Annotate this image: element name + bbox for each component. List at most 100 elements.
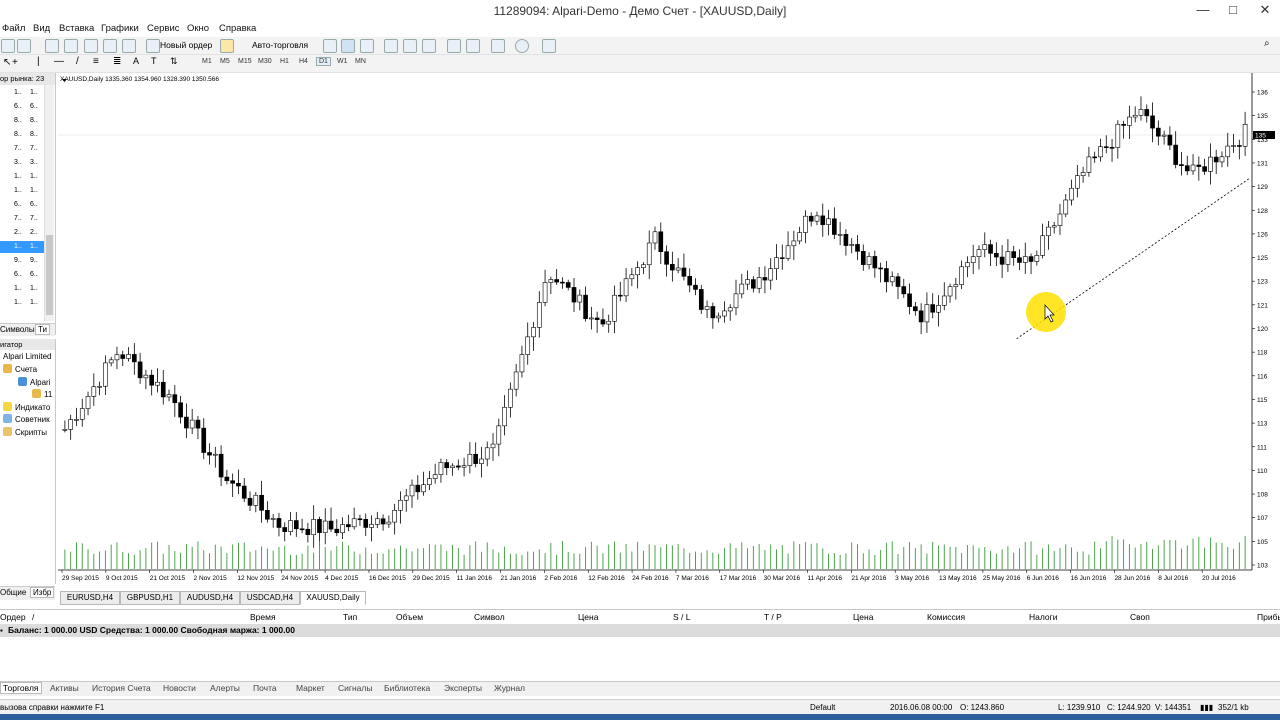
status-profile[interactable]: Default bbox=[810, 700, 835, 715]
nav-account-number[interactable]: 11 bbox=[32, 389, 52, 399]
col-time[interactable]: Время bbox=[250, 612, 276, 622]
autoscroll-icon[interactable] bbox=[466, 39, 480, 53]
tab-exposure[interactable]: Активы bbox=[50, 683, 79, 693]
market-watch-row[interactable]: 2.. 2.. bbox=[0, 227, 44, 239]
chart-tab-audusd[interactable]: AUDUSD,H4 bbox=[180, 591, 240, 605]
chart-tab-eurusd[interactable]: EURUSD,H4 bbox=[60, 591, 120, 605]
chart-tab-xauusd[interactable]: XAUUSD,Daily bbox=[300, 591, 366, 605]
tf-m5[interactable]: M5 bbox=[220, 58, 230, 65]
line-chart-icon[interactable] bbox=[360, 39, 374, 53]
market-watch-row[interactable]: 6.. 6.. bbox=[0, 269, 44, 281]
col-commission[interactable]: Комиссия bbox=[927, 612, 965, 622]
nav-server[interactable]: Alpari bbox=[18, 377, 50, 387]
tab-alerts[interactable]: Алерты bbox=[210, 683, 240, 693]
indicators-icon[interactable] bbox=[491, 39, 505, 53]
menu-tools[interactable]: Сервис bbox=[147, 23, 180, 34]
arrows-icon[interactable]: ⇅ bbox=[170, 56, 178, 67]
profiles-icon[interactable] bbox=[17, 39, 31, 53]
market-watch-row[interactable]: 7.. 7.. bbox=[0, 143, 44, 155]
zoom-in-icon[interactable] bbox=[384, 39, 398, 53]
tab-experts[interactable]: Эксперты bbox=[444, 683, 482, 693]
tf-d1[interactable]: D1 bbox=[316, 57, 331, 66]
tf-mn[interactable]: MN bbox=[355, 58, 366, 65]
market-watch-row[interactable]: 3.. 3.. bbox=[0, 157, 44, 169]
market-watch-row[interactable]: 1.. 1.. bbox=[0, 241, 44, 253]
nav-indicators[interactable]: Индикато bbox=[3, 402, 50, 412]
tf-h1[interactable]: H1 bbox=[280, 58, 289, 65]
maximize-button[interactable]: □ bbox=[1218, 0, 1248, 22]
nav-accounts[interactable]: Счета bbox=[3, 364, 37, 374]
cursor-icon[interactable]: ↖ bbox=[3, 57, 11, 68]
crosshair-icon[interactable]: + bbox=[12, 57, 18, 68]
tab-common[interactable]: Общие bbox=[0, 588, 26, 597]
tab-favorites[interactable]: Избр bbox=[30, 587, 55, 598]
market-watch-row[interactable]: 7.. 7.. bbox=[0, 213, 44, 225]
balance-row[interactable]: ▪ Баланс: 1 000.00 USD Средства: 1 000.0… bbox=[0, 624, 1280, 637]
navigator-icon[interactable] bbox=[84, 39, 98, 53]
col-order[interactable]: Ордер bbox=[0, 612, 26, 622]
market-watch-row[interactable]: 1.. 1.. bbox=[0, 185, 44, 197]
periods-icon[interactable] bbox=[515, 39, 529, 53]
menu-help[interactable]: Справка bbox=[219, 23, 256, 34]
tab-signals[interactable]: Сигналы bbox=[338, 683, 372, 693]
nav-scripts[interactable]: Скрипты bbox=[3, 427, 47, 437]
market-watch-icon[interactable] bbox=[45, 39, 59, 53]
market-watch-row[interactable]: 1.. 1.. bbox=[0, 283, 44, 295]
search-icon[interactable]: ⌕ bbox=[1264, 38, 1270, 49]
col-swap[interactable]: Своп bbox=[1130, 612, 1150, 622]
new-chart-icon[interactable] bbox=[1, 39, 15, 53]
col-profit[interactable]: Прибы bbox=[1257, 612, 1280, 622]
data-window-icon[interactable] bbox=[64, 39, 78, 53]
col-sl[interactable]: S / L bbox=[673, 612, 690, 622]
col-price[interactable]: Цена bbox=[578, 612, 598, 622]
tf-m15[interactable]: M15 bbox=[238, 58, 252, 65]
menu-window[interactable]: Окно bbox=[187, 23, 209, 34]
templates-icon[interactable] bbox=[542, 39, 556, 53]
chart-svg[interactable]: 1361351331311291281261251231211201181161… bbox=[58, 73, 1280, 590]
channel-icon[interactable]: ≡ bbox=[93, 56, 99, 67]
tf-m1[interactable]: M1 bbox=[202, 58, 212, 65]
bar-chart-icon[interactable] bbox=[323, 39, 337, 53]
col-volume[interactable]: Объем bbox=[396, 612, 423, 622]
price-chart[interactable]: 136 135 133 131 129 128 126 125 123 121 120 118 116 1… bbox=[58, 73, 1280, 590]
text-label-icon[interactable]: T bbox=[151, 56, 157, 66]
zoom-out-icon[interactable] bbox=[403, 39, 417, 53]
chart-tab-gbpusd[interactable]: GBPUSD,H1 bbox=[120, 591, 180, 605]
col-symbol[interactable]: Символ bbox=[474, 612, 505, 622]
market-watch-row[interactable]: 1.. 1.. bbox=[0, 171, 44, 183]
tab-history[interactable]: История Счета bbox=[92, 683, 151, 693]
terminal-icon[interactable] bbox=[103, 39, 117, 53]
candlestick-icon[interactable] bbox=[341, 39, 355, 53]
menu-file[interactable]: Файл bbox=[2, 23, 25, 34]
chart-tab-usdcad[interactable]: USDCAD,H4 bbox=[240, 591, 300, 605]
market-watch-scrollbar[interactable] bbox=[44, 85, 54, 321]
col-sort[interactable]: / bbox=[32, 612, 34, 622]
col-current-price[interactable]: Цена bbox=[853, 612, 873, 622]
tab-journal[interactable]: Журнал bbox=[494, 683, 525, 693]
tab-library[interactable]: Библиотека bbox=[384, 683, 430, 693]
text-icon[interactable]: A bbox=[133, 56, 139, 66]
menu-charts[interactable]: Графики bbox=[101, 23, 139, 34]
vertical-line-icon[interactable]: | bbox=[37, 56, 40, 67]
nav-experts[interactable]: Советник bbox=[3, 414, 50, 424]
tf-w1[interactable]: W1 bbox=[337, 58, 348, 65]
tf-m30[interactable]: M30 bbox=[258, 58, 272, 65]
col-taxes[interactable]: Налоги bbox=[1029, 612, 1058, 622]
market-watch-row[interactable]: 9.. 9.. bbox=[0, 255, 44, 267]
menu-view[interactable]: Вид bbox=[33, 23, 50, 34]
market-watch-row[interactable]: 8.. 8.. bbox=[0, 115, 44, 127]
tile-windows-icon[interactable] bbox=[422, 39, 436, 53]
fibo-icon[interactable]: ≣ bbox=[113, 56, 121, 67]
col-type[interactable]: Тип bbox=[343, 612, 357, 622]
tab-tick-chart[interactable]: Ти bbox=[35, 324, 51, 335]
chart-shift-icon[interactable] bbox=[447, 39, 461, 53]
minimize-button[interactable]: — bbox=[1188, 0, 1218, 22]
market-watch-row[interactable]: 8.. 8.. bbox=[0, 129, 44, 141]
tab-trade[interactable]: Торговля bbox=[0, 682, 42, 694]
tab-mailbox[interactable]: Почта bbox=[253, 683, 277, 693]
market-watch-row[interactable]: 6.. 6.. bbox=[0, 101, 44, 113]
tab-news[interactable]: Новости bbox=[163, 683, 196, 693]
tf-h4[interactable]: H4 bbox=[299, 58, 308, 65]
col-tp[interactable]: T / P bbox=[764, 612, 782, 622]
tester-icon[interactable] bbox=[122, 39, 136, 53]
